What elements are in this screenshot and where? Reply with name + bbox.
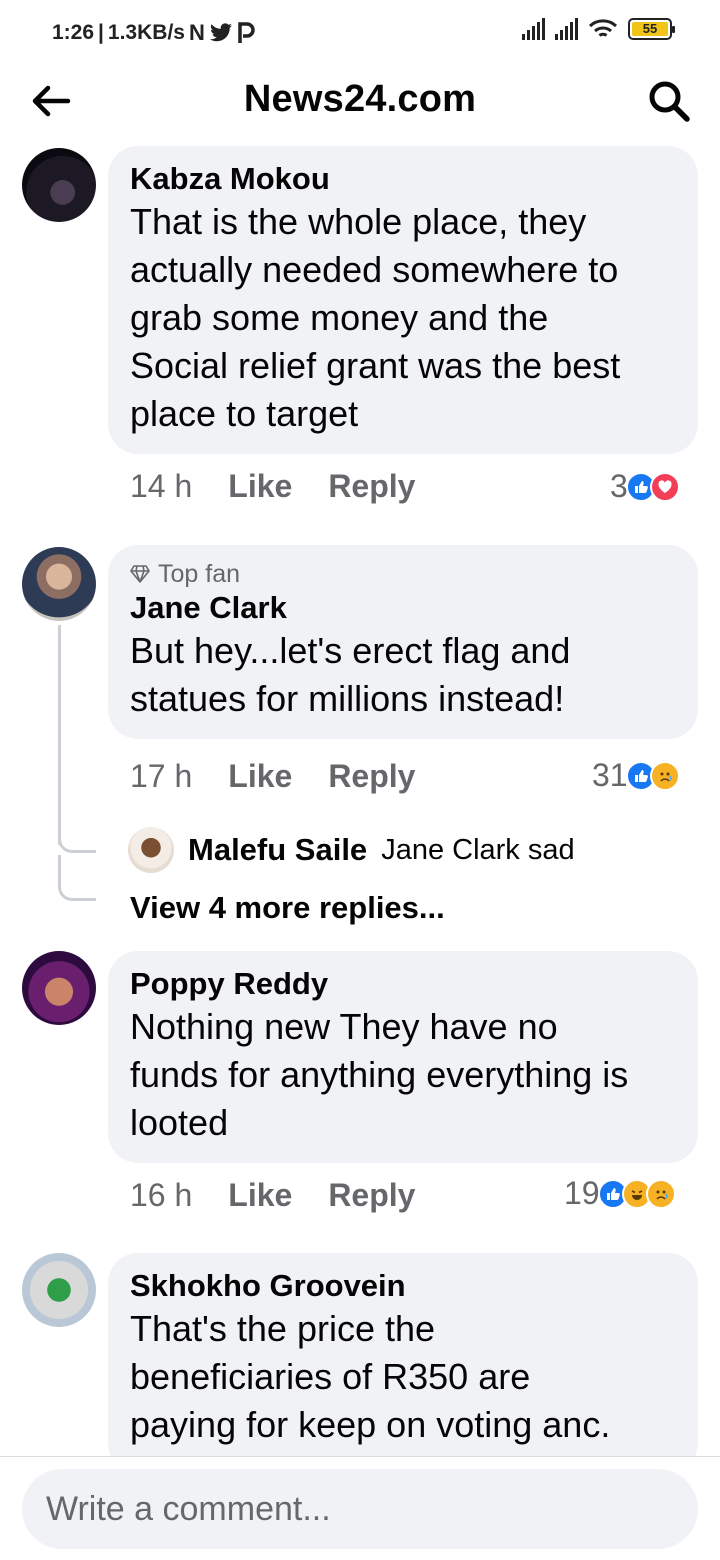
- thread-connector: [58, 805, 96, 853]
- network-speed: 1.3KB/s: [107, 21, 185, 44]
- reaction-summary[interactable]: 31: [592, 757, 680, 794]
- comment-bubble[interactable]: Skhokho Groovein That's the price the be…: [108, 1253, 698, 1473]
- comment-bubble[interactable]: Poppy Reddy Nothing new They have no fun…: [108, 951, 698, 1163]
- avatar[interactable]: [22, 1253, 96, 1327]
- comment-bubble[interactable]: Top fan Jane Clark But hey...let's erect…: [108, 545, 698, 739]
- diamond-icon: [130, 565, 150, 583]
- commenter-name[interactable]: Poppy Reddy: [130, 965, 676, 1003]
- commenter-name[interactable]: Skhokho Groovein: [130, 1267, 676, 1305]
- reaction-count: 19: [564, 1175, 600, 1211]
- like-button[interactable]: Like: [228, 1177, 292, 1214]
- comment-text: That's the price the beneficiaries of R3…: [130, 1308, 611, 1445]
- comment-time: 16 h: [130, 1177, 193, 1213]
- comment-text: Nothing new They have no funds for anyth…: [130, 1006, 629, 1143]
- search-icon[interactable]: [646, 78, 692, 124]
- signal-icon-2: [555, 18, 578, 40]
- app-header: News24.com: [0, 64, 720, 136]
- reaction-summary[interactable]: 19: [564, 1175, 676, 1212]
- comment-text: That is the whole place, they actually n…: [130, 201, 621, 434]
- reply-preview[interactable]: Malefu Saile Jane Clark sad: [128, 827, 575, 873]
- wifi-icon: [588, 19, 618, 37]
- like-button[interactable]: Like: [228, 758, 292, 795]
- like-button[interactable]: Like: [228, 468, 292, 505]
- status-time: 1:26: [52, 21, 95, 44]
- status-left: 1:26 | 1.3KB/s N: [52, 20, 255, 46]
- avatar[interactable]: [22, 547, 96, 621]
- reaction-count: 31: [592, 757, 628, 793]
- comment-time: 14 h: [130, 468, 193, 504]
- comment-actions: 17 h Like Reply: [130, 758, 415, 795]
- avatar[interactable]: [128, 827, 174, 873]
- comment-time: 17 h: [130, 758, 193, 794]
- pinterest-icon: [238, 22, 255, 43]
- reply-author[interactable]: Malefu Saile: [188, 832, 367, 868]
- reply-button[interactable]: Reply: [328, 468, 415, 505]
- status-bar: 1:26 | 1.3KB/s N 55: [0, 0, 720, 64]
- thread-connector: [58, 855, 96, 901]
- status-right: 55: [522, 18, 675, 40]
- battery-level: 55: [632, 22, 668, 36]
- avatar[interactable]: [22, 148, 96, 222]
- page-title: News24.com: [243, 78, 477, 120]
- top-fan-badge: Top fan: [130, 559, 676, 589]
- compose-bar: Write a comment...: [0, 1456, 720, 1560]
- comment-input[interactable]: Write a comment...: [22, 1469, 698, 1549]
- comment-text: But hey...let's erect flag and statues f…: [130, 630, 571, 719]
- reply-button[interactable]: Reply: [328, 1177, 415, 1214]
- commenter-name[interactable]: Kabza Mokou: [130, 160, 676, 198]
- sad-reaction-icon: [645, 1178, 676, 1209]
- sad-reaction-icon: [649, 760, 680, 791]
- comment-actions: 14 h Like Reply: [130, 468, 415, 505]
- view-more-replies-link[interactable]: View 4 more replies...: [130, 890, 445, 926]
- reaction-summary[interactable]: 3: [610, 468, 680, 505]
- twitter-icon: [209, 23, 232, 42]
- signal-icon: [522, 18, 545, 40]
- battery-icon: 55: [628, 18, 675, 40]
- reply-text: Jane Clark sad: [381, 833, 575, 866]
- comment-actions: 16 h Like Reply: [130, 1177, 415, 1214]
- reply-button[interactable]: Reply: [328, 758, 415, 795]
- love-reaction-icon: [649, 471, 680, 502]
- comment-bubble[interactable]: Kabza Mokou That is the whole place, the…: [108, 146, 698, 454]
- commenter-name[interactable]: Jane Clark: [130, 589, 676, 627]
- avatar[interactable]: [22, 951, 96, 1025]
- news-notification-icon: N: [188, 20, 205, 45]
